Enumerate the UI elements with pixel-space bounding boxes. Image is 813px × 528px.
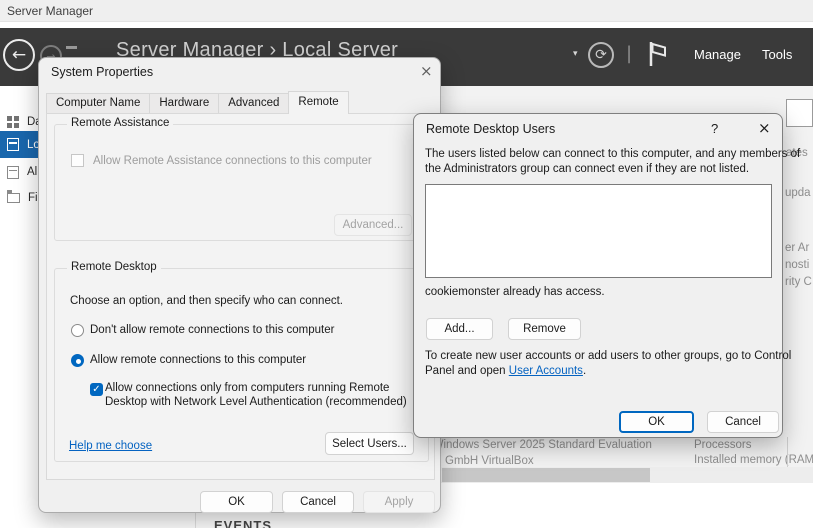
ok-button[interactable]: OK bbox=[200, 491, 273, 513]
close-icon[interactable]: × bbox=[420, 62, 433, 80]
dashboard-icon bbox=[7, 116, 19, 128]
hardware-vendor-text: GmbH VirtualBox bbox=[445, 455, 534, 467]
system-properties-dialog: System Properties × Computer Name Hardwa… bbox=[38, 57, 441, 513]
footer-suffix: . bbox=[583, 365, 586, 377]
footer-line2-prefix: Panel and open bbox=[425, 365, 509, 377]
remote-assistance-checkbox[interactable] bbox=[71, 154, 84, 167]
chevron-down-icon[interactable]: ▾ bbox=[573, 49, 578, 59]
panel-scroll-divider bbox=[787, 437, 788, 467]
server-manager-window: Server Manager ← → Server Manager › Loca… bbox=[0, 0, 813, 528]
back-button[interactable]: ← bbox=[3, 39, 35, 71]
remote-desktop-intro: Choose an option, and then specify who c… bbox=[70, 295, 343, 307]
os-version-text: ft Windows Server 2025 Standard Evaluati… bbox=[423, 439, 652, 451]
access-status-text: cookiemonster already has access. bbox=[425, 286, 605, 298]
deny-remote-radio-label: Don't allow remote connections to this c… bbox=[90, 324, 334, 336]
deny-remote-radio[interactable] bbox=[71, 324, 84, 337]
navbar-separator: | bbox=[626, 43, 632, 64]
apply-button[interactable]: Apply bbox=[363, 491, 435, 513]
tab-remote[interactable]: Remote bbox=[288, 91, 348, 114]
refresh-button[interactable]: ⟳ bbox=[588, 42, 614, 68]
background-text-fragment: rity C bbox=[785, 276, 812, 288]
remove-button[interactable]: Remove bbox=[508, 318, 581, 340]
file-storage-icon bbox=[7, 193, 20, 203]
tab-advanced[interactable]: Advanced bbox=[218, 93, 289, 113]
background-text-fragment: er Ar bbox=[785, 242, 809, 254]
window-titlebar: Server Manager bbox=[0, 0, 813, 22]
tab-computer-name[interactable]: Computer Name bbox=[46, 93, 150, 113]
menu-tools[interactable]: Tools bbox=[762, 47, 792, 62]
close-icon[interactable]: × bbox=[758, 119, 771, 137]
remote-desktop-users-dialog: Remote Desktop Users ? × The users liste… bbox=[413, 113, 783, 438]
processors-label: Processors bbox=[694, 439, 752, 451]
remote-tab-page: Remote Assistance Allow Remote Assistanc… bbox=[46, 113, 435, 480]
all-servers-icon bbox=[7, 166, 19, 179]
menu-manage[interactable]: Manage bbox=[694, 47, 741, 62]
dialog-title: System Properties bbox=[51, 65, 153, 79]
footer-line2: Panel and open User Accounts. bbox=[425, 365, 586, 377]
background-text-fragment: nosti bbox=[785, 259, 809, 271]
allow-remote-radio-label: Allow remote connections to this compute… bbox=[90, 354, 306, 366]
events-section-heading: EVENTS bbox=[214, 518, 272, 528]
window-title: Server Manager bbox=[7, 4, 93, 18]
installed-memory-label: Installed memory (RAM bbox=[694, 454, 813, 466]
description-line2: the Administrators group can connect eve… bbox=[425, 163, 749, 175]
add-button[interactable]: Add... bbox=[426, 318, 493, 340]
help-me-choose-link[interactable]: Help me choose bbox=[69, 440, 152, 452]
dialog-title: Remote Desktop Users bbox=[426, 122, 555, 136]
nla-checkbox-label-line2: Desktop with Network Level Authenticatio… bbox=[105, 396, 407, 408]
background-text-fragment: upda bbox=[785, 187, 811, 199]
partial-panel-button[interactable] bbox=[786, 99, 813, 127]
remote-assistance-group: Remote Assistance Allow Remote Assistanc… bbox=[54, 124, 429, 241]
notifications-flag-button[interactable] bbox=[648, 41, 668, 70]
ok-button[interactable]: OK bbox=[619, 411, 694, 433]
remote-desktop-group: Remote Desktop Choose an option, and the… bbox=[54, 268, 429, 462]
remote-assistance-checkbox-label: Allow Remote Assistance connections to t… bbox=[93, 155, 372, 167]
server-manager-icon bbox=[66, 46, 77, 49]
group-label: Remote Desktop bbox=[67, 261, 161, 273]
horizontal-scrollbar-thumb[interactable] bbox=[442, 468, 650, 482]
flag-icon bbox=[648, 41, 668, 67]
nla-checkbox[interactable] bbox=[90, 383, 103, 396]
refresh-icon: ⟳ bbox=[595, 47, 607, 63]
allow-remote-radio[interactable] bbox=[71, 354, 84, 367]
tab-strip: Computer Name Hardware Advanced Remote bbox=[46, 91, 348, 114]
description-line1: The users listed below can connect to th… bbox=[425, 148, 800, 160]
footer-line1: To create new user accounts or add users… bbox=[425, 350, 791, 362]
help-icon[interactable]: ? bbox=[711, 121, 718, 136]
back-icon: ← bbox=[12, 45, 26, 65]
cancel-button[interactable]: Cancel bbox=[282, 491, 354, 513]
cancel-button[interactable]: Cancel bbox=[707, 411, 779, 433]
group-label: Remote Assistance bbox=[67, 117, 173, 129]
users-listbox[interactable] bbox=[425, 184, 772, 278]
advanced-button[interactable]: Advanced... bbox=[334, 214, 412, 236]
nla-checkbox-label-line1: Allow connections only from computers ru… bbox=[105, 382, 389, 394]
tab-hardware[interactable]: Hardware bbox=[149, 93, 219, 113]
local-server-icon bbox=[7, 138, 19, 151]
user-accounts-link[interactable]: User Accounts bbox=[509, 365, 583, 377]
select-users-button[interactable]: Select Users... bbox=[325, 432, 414, 455]
